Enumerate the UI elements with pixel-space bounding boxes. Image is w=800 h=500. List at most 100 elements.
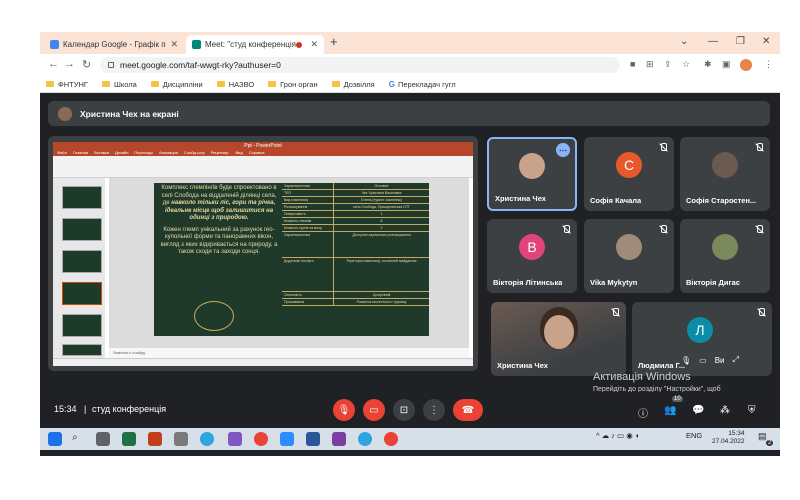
folder-icon xyxy=(268,81,277,87)
more-options-button[interactable]: ⋮ xyxy=(423,399,445,421)
maximize-button[interactable]: ❐ xyxy=(736,36,745,47)
participant-name: Христина Чех xyxy=(495,194,546,203)
ppt-ribbon xyxy=(53,156,473,178)
folder-icon xyxy=(216,81,225,87)
bookmark-item[interactable]: Школа xyxy=(101,80,137,89)
mic-toggle-button[interactable]: 🎙 xyxy=(333,399,355,421)
language-indicator[interactable]: ENG xyxy=(686,431,702,440)
participant-tile[interactable]: С Софія Качала xyxy=(584,137,674,211)
slide-canvas: Комплекс глемпінгів буде спроектовано в … xyxy=(109,178,469,348)
avatar xyxy=(616,234,642,261)
share-icon[interactable]: ⇪ xyxy=(664,59,672,70)
slide-thumbnail xyxy=(62,314,102,337)
task-view-icon[interactable] xyxy=(96,432,110,446)
present-button[interactable]: ⊡ xyxy=(393,399,415,421)
telegram-icon[interactable] xyxy=(358,432,372,446)
minimize-button[interactable]: — xyxy=(708,36,718,47)
tray-icons[interactable]: ^ ☁ ♪ ▭ ◉ ◖ xyxy=(596,431,639,440)
bookmark-item[interactable]: Грон орган xyxy=(268,80,318,89)
meet-favicon-icon xyxy=(192,40,201,49)
tab-title: Календар Google - Графік поче xyxy=(63,40,166,49)
chrome-icon[interactable] xyxy=(254,432,268,446)
info-icon[interactable]: ⓘ xyxy=(638,405,648,420)
close-icon[interactable]: ✕ xyxy=(310,39,318,50)
excel-icon[interactable] xyxy=(122,432,136,446)
camera-toggle-button[interactable]: ▭ xyxy=(363,399,385,421)
new-tab-button[interactable]: + xyxy=(330,34,338,49)
word-icon[interactable] xyxy=(306,432,320,446)
avatar: С xyxy=(616,152,642,179)
slide-thumbnail xyxy=(62,186,102,209)
camera-indicator-icon[interactable]: ■ xyxy=(630,59,635,69)
tab-calendar[interactable]: Календар Google - Графік поче ✕ xyxy=(44,35,184,54)
bookmarks-bar: ФНТУНГ Школа Дисципліни НАЗВО Грон орган… xyxy=(40,76,780,93)
meet-controls-bar: 15:34 | студ конференція 🎙 ▭ ⊡ ⋮ ☎ ⓘ 👥 1… xyxy=(40,392,780,428)
chrome-icon[interactable] xyxy=(384,432,398,446)
slide: Комплекс глемпінгів буде спроектовано в … xyxy=(154,183,429,336)
mic-off-icon xyxy=(610,308,620,318)
avatar: Л xyxy=(687,317,713,344)
back-icon[interactable]: ← xyxy=(48,58,59,70)
avatar xyxy=(58,106,72,121)
slide-notes: Заметки к слайду xyxy=(109,348,469,358)
camera-off-icon[interactable]: ▭ xyxy=(699,356,707,365)
bookmark-item[interactable]: Дозвілля xyxy=(331,80,375,89)
translate-icon[interactable]: ⊞ xyxy=(646,59,654,70)
shared-screen[interactable]: Ppt - PowerPoint Файл Главная Вставка Дизай… xyxy=(48,136,478,371)
presenting-banner: Христина Чех на екрані xyxy=(48,101,770,126)
windows-start-icon[interactable] xyxy=(48,432,62,446)
app-icon[interactable] xyxy=(332,432,346,446)
search-icon[interactable]: ⌕ xyxy=(72,432,86,446)
bookmark-item[interactable]: Дисципліни xyxy=(150,80,203,89)
sidepanel-icon[interactable]: ▣ xyxy=(722,59,731,70)
participant-tile[interactable]: ⋯ Христина Чех xyxy=(487,137,577,211)
participant-tile[interactable]: В Вікторія Літинська xyxy=(487,219,577,293)
tab-search-icon[interactable]: ⌄ xyxy=(680,36,688,47)
leave-call-button[interactable]: ☎ xyxy=(453,399,483,421)
address-bar-row: ← → ↻ meet.google.com/taf-wwgt-rky?authu… xyxy=(40,54,780,76)
mic-off-icon[interactable]: 🎙 xyxy=(681,356,691,365)
telegram-icon[interactable] xyxy=(200,432,214,446)
clock[interactable]: 15:34 27.04.2022 xyxy=(712,430,745,446)
forward-icon[interactable]: → xyxy=(64,58,75,70)
windows-taskbar: ⌕ ^ ☁ ♪ ▭ ◉ ◖ ENG 15:34 27.04.2022 ▤ 2 xyxy=(40,428,780,450)
participant-tile[interactable]: Христина Чех xyxy=(491,302,626,376)
lock-icon xyxy=(108,62,114,68)
tab-strip: Календар Google - Графік поче ✕ Meet: "с… xyxy=(40,32,780,54)
profile-avatar[interactable] xyxy=(740,59,752,71)
viber-icon[interactable] xyxy=(228,432,242,446)
notifications-icon[interactable]: ▤ xyxy=(758,431,767,442)
bookmark-item[interactable]: G Перекладач гугл xyxy=(389,80,456,89)
app-icon[interactable] xyxy=(174,432,188,446)
bookmark-item[interactable]: НАЗВО xyxy=(216,80,254,89)
participant-count-badge: 10 xyxy=(672,396,683,402)
tab-meet[interactable]: Meet: "студ конференція" ✕ xyxy=(186,35,324,54)
reload-icon[interactable]: ↻ xyxy=(82,58,91,71)
extensions-icon[interactable]: ✱ xyxy=(704,59,712,70)
bookmark-item[interactable]: ФНТУНГ xyxy=(46,80,88,89)
tab-title: Meet: "студ конференція" xyxy=(205,40,297,49)
close-icon[interactable]: ✕ xyxy=(170,39,178,50)
more-options-icon[interactable]: ⋯ xyxy=(556,143,570,157)
zoom-icon[interactable] xyxy=(280,432,294,446)
participant-tile[interactable]: Софія Старостен... xyxy=(680,137,770,211)
expand-icon[interactable]: ⤢ xyxy=(733,355,739,365)
powerpoint-icon[interactable] xyxy=(148,432,162,446)
presenting-text: Христина Чех на екрані xyxy=(80,108,179,119)
participant-tile[interactable]: Вікторія Дигас xyxy=(680,219,770,293)
bookmark-star-icon[interactable]: ☆ xyxy=(682,59,690,70)
people-icon[interactable]: 👥 xyxy=(664,405,676,416)
participant-tile[interactable]: Vika Mykytyn xyxy=(584,219,674,293)
table-row: Розташування село Слобода, Прикарпатська … xyxy=(282,204,429,211)
menu-icon[interactable]: ⋮ xyxy=(764,59,773,70)
window-close-button[interactable]: ✕ xyxy=(762,36,770,47)
chat-icon[interactable]: 💬 xyxy=(692,405,704,416)
participant-name: Софія Старостен... xyxy=(686,196,757,205)
host-controls-icon[interactable]: ⛨ xyxy=(748,405,756,416)
table-row: Додаткові послуги Територія комплексу, го… xyxy=(282,258,429,292)
mic-off-icon xyxy=(754,225,764,235)
mic-off-icon xyxy=(658,225,668,235)
activities-icon[interactable]: ⁂ xyxy=(720,405,730,416)
url-bar[interactable]: meet.google.com/taf-wwgt-rky?authuser=0 xyxy=(100,57,620,73)
table-row: Характеристики Основне xyxy=(282,183,429,190)
